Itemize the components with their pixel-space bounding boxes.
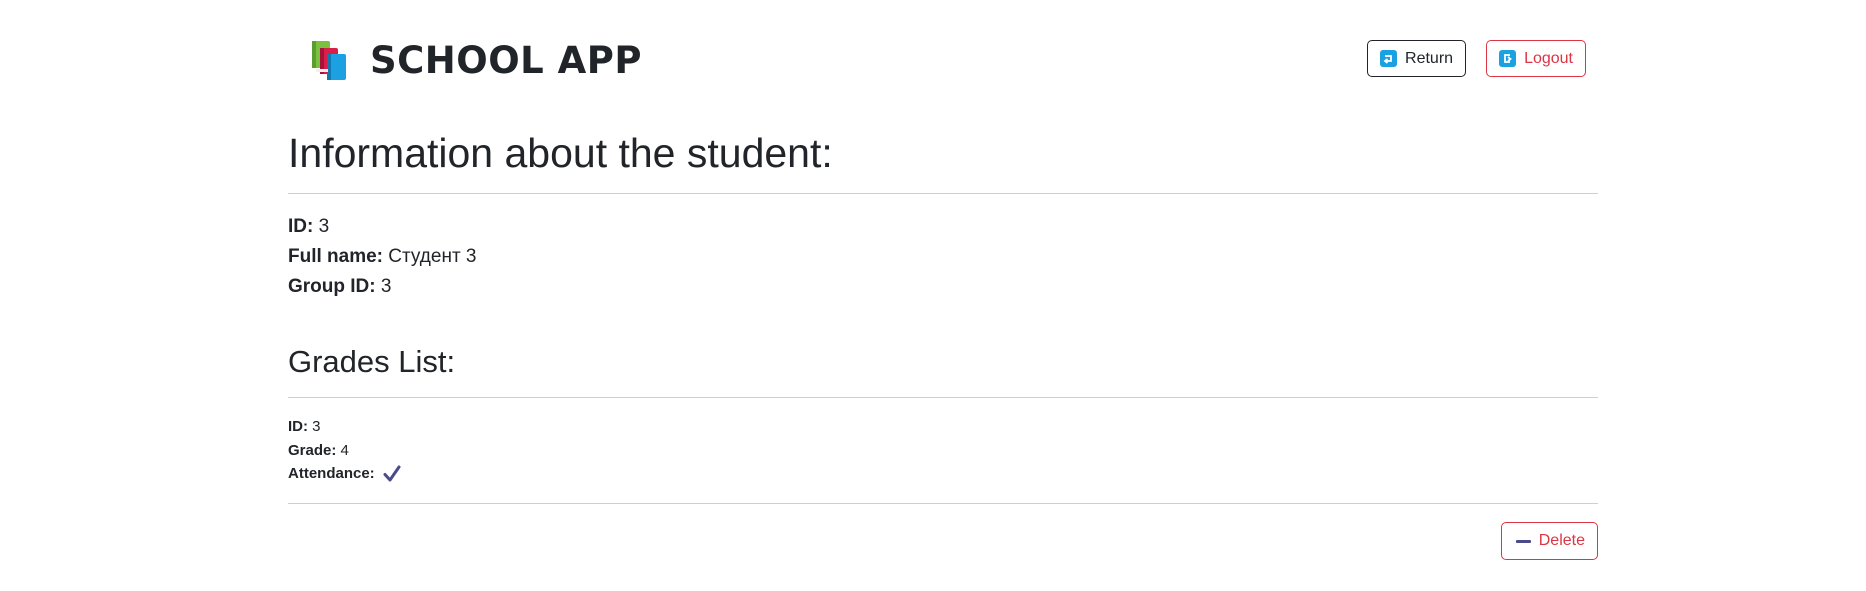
student-group-label: Group ID: [288, 276, 376, 297]
student-id-label: ID: [288, 216, 314, 237]
brand[interactable]: SCHOOL APP [308, 38, 642, 82]
student-group-value: 3 [380, 276, 392, 297]
student-fullname-label: Full name: [288, 246, 384, 267]
student-info-heading: Information about the student: [288, 130, 833, 176]
logout-arrow-icon [1499, 50, 1517, 67]
divider [288, 503, 1598, 504]
grade-value: 4 [340, 442, 349, 459]
grade-id-line: ID: 3 [288, 418, 321, 435]
student-group-line: Group ID: 3 [288, 276, 391, 298]
books-icon [312, 41, 346, 80]
divider [288, 193, 1598, 194]
student-fullname-line: Full name: Студент 3 [288, 246, 477, 268]
return-arrow-icon [1380, 50, 1398, 67]
divider [288, 397, 1598, 398]
page-container: SCHOOL APP Return Logout Information abo… [288, 0, 1598, 560]
return-button[interactable]: Return [1367, 40, 1467, 77]
return-label: Return [1405, 49, 1454, 67]
logout-button[interactable]: Logout [1486, 40, 1586, 77]
grades-heading: Grades List: [288, 344, 456, 379]
delete-button[interactable]: Delete [1500, 522, 1598, 560]
checkmark-icon [383, 465, 401, 482]
grade-id-value: 3 [312, 418, 321, 435]
navbar: SCHOOL APP Return Logout [288, 0, 1598, 118]
grade-attendance-line: Attendance: [288, 465, 401, 483]
grade-value-line: Grade: 4 [288, 442, 349, 459]
student-id-value: 3 [318, 216, 330, 237]
student-id-line: ID: 3 [288, 216, 329, 238]
student-fullname-value: Студент 3 [388, 246, 477, 267]
grade-label: Grade: [288, 442, 337, 459]
minus-icon [1515, 539, 1531, 543]
logout-label: Logout [1524, 49, 1573, 67]
grade-id-label: ID: [288, 418, 308, 435]
delete-label: Delete [1538, 532, 1585, 549]
app-title: SCHOOL APP [370, 38, 643, 82]
attendance-label: Attendance: [288, 465, 375, 482]
nav-buttons: Return Logout [1367, 40, 1586, 77]
